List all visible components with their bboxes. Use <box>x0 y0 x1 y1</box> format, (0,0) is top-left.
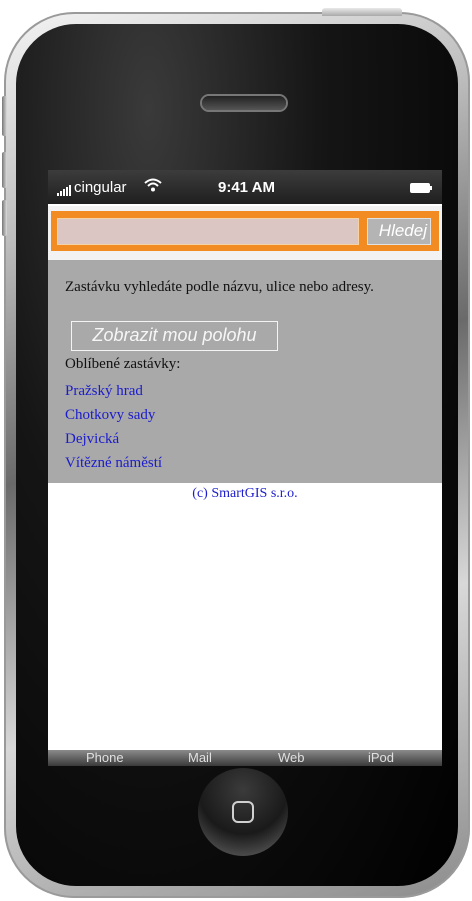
home-button-icon <box>232 801 254 823</box>
list-item: Dejvická <box>65 430 162 454</box>
search-button[interactable]: Hledej <box>367 218 431 245</box>
earpiece-speaker <box>202 96 286 110</box>
status-bar: cingular 9:41 AM <box>48 170 442 204</box>
search-input[interactable] <box>57 218 359 245</box>
favorites-list: Pražský hrad Chotkovy sady Dejvická Vítě… <box>65 382 162 478</box>
favorites-heading: Oblíbené zastávky: <box>65 356 181 372</box>
status-time: 9:41 AM <box>218 179 275 196</box>
battery-icon <box>410 183 432 193</box>
tab-ipod[interactable]: iPod <box>368 750 394 766</box>
search-bar: Hledej <box>48 206 442 260</box>
signal-icon <box>57 185 71 196</box>
tab-web[interactable]: Web <box>278 750 305 766</box>
home-button[interactable] <box>198 768 288 856</box>
carrier-name: cingular <box>74 179 127 196</box>
screen: cingular 9:41 AM Hledej Zastávku vyhledá… <box>48 170 442 766</box>
search-frame: Hledej <box>51 211 439 251</box>
list-item: Vítězné náměstí <box>65 454 162 478</box>
main-panel: Zastávku vyhledáte podle názvu, ulice ne… <box>48 260 442 483</box>
list-item: Chotkovy sady <box>65 406 162 430</box>
dock-bar: Phone Mail Web iPod <box>48 750 442 766</box>
favorite-stop-link[interactable]: Vítězné náměstí <box>65 455 162 471</box>
volume-down-button <box>2 200 7 236</box>
wifi-icon <box>144 178 162 192</box>
show-my-location-button[interactable]: Zobrazit mou polohu <box>71 321 278 351</box>
favorite-stop-link[interactable]: Dejvická <box>65 431 119 447</box>
tab-phone[interactable]: Phone <box>86 750 124 766</box>
tab-mail[interactable]: Mail <box>188 750 212 766</box>
mute-switch <box>2 96 7 136</box>
list-item: Pražský hrad <box>65 382 162 406</box>
volume-up-button <box>2 152 7 188</box>
favorite-stop-link[interactable]: Chotkovy sady <box>65 407 155 423</box>
copyright-link[interactable]: (c) SmartGIS s.r.o. <box>48 486 442 502</box>
info-text: Zastávku vyhledáte podle názvu, ulice ne… <box>65 279 374 295</box>
favorite-stop-link[interactable]: Pražský hrad <box>65 383 143 399</box>
sleep-button <box>322 8 402 16</box>
